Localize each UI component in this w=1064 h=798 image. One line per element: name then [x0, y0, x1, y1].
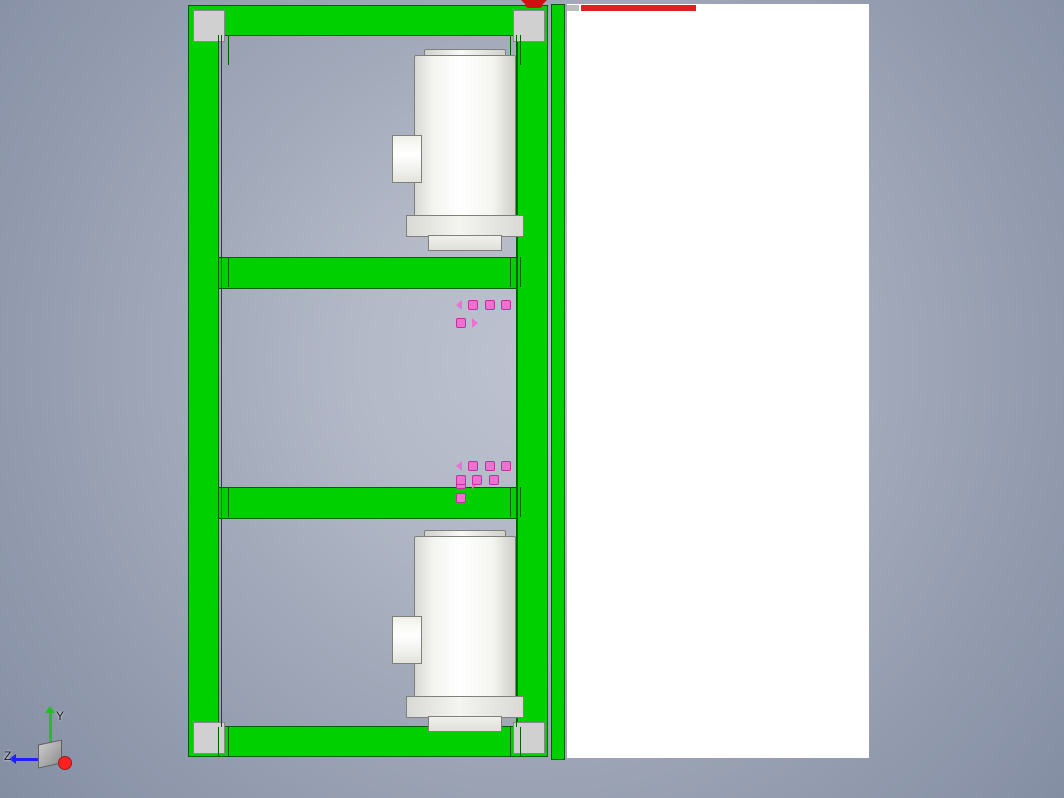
progress-strip — [567, 5, 869, 11]
bolt-set-2a[interactable] — [456, 461, 516, 473]
bolt[interactable] — [468, 461, 478, 471]
door-panel[interactable] — [567, 4, 869, 758]
cad-viewport[interactable]: Y Z — [0, 0, 1064, 798]
motor-junction-box — [392, 135, 422, 183]
frame-joint — [218, 727, 229, 757]
frame-seam-left — [221, 35, 222, 727]
axis-x-dot-icon — [58, 756, 72, 770]
bolt[interactable] — [456, 493, 466, 503]
bolt-arrow-icon — [456, 461, 462, 471]
motor-mount-flange — [406, 215, 524, 237]
motor-junction-box — [392, 616, 422, 664]
frame-joint — [218, 35, 229, 65]
frame-joint — [510, 487, 521, 517]
frame-joint — [510, 727, 521, 757]
motor-base — [428, 716, 502, 732]
bolt[interactable] — [472, 475, 482, 485]
frame-seam-right — [516, 35, 517, 727]
bolt[interactable] — [489, 475, 499, 485]
axis-y-label: Y — [56, 710, 64, 722]
frame-joint — [218, 257, 229, 287]
bolt[interactable] — [485, 300, 495, 310]
axis-y-icon — [49, 712, 52, 742]
frame-joint — [218, 487, 229, 517]
side-rail[interactable] — [551, 4, 565, 760]
progress-lead — [567, 5, 579, 11]
progress-bar — [581, 5, 696, 11]
bolt-set-2b[interactable] — [456, 475, 516, 487]
bolt[interactable] — [468, 300, 478, 310]
motor-mount-flange — [406, 696, 524, 718]
motor-base — [428, 235, 502, 251]
axis-z-label: Z — [4, 750, 11, 762]
bolt[interactable] — [501, 300, 511, 310]
bolt-set-1[interactable] — [456, 300, 516, 312]
bolt[interactable] — [501, 461, 511, 471]
bolt[interactable] — [456, 318, 466, 328]
motor-housing — [414, 536, 516, 698]
bolt[interactable] — [485, 461, 495, 471]
bolt-arrow-icon — [472, 318, 478, 328]
frame-joint — [510, 257, 521, 287]
bolt[interactable] — [456, 475, 466, 485]
frame-shelf-1[interactable] — [218, 257, 518, 289]
axis-triad[interactable]: Y Z — [18, 712, 88, 782]
bolt-arrow-icon — [456, 300, 462, 310]
motor-housing — [414, 55, 516, 217]
drop-indicator-icon — [525, 0, 543, 8]
frame-shelf-2[interactable] — [218, 487, 518, 519]
